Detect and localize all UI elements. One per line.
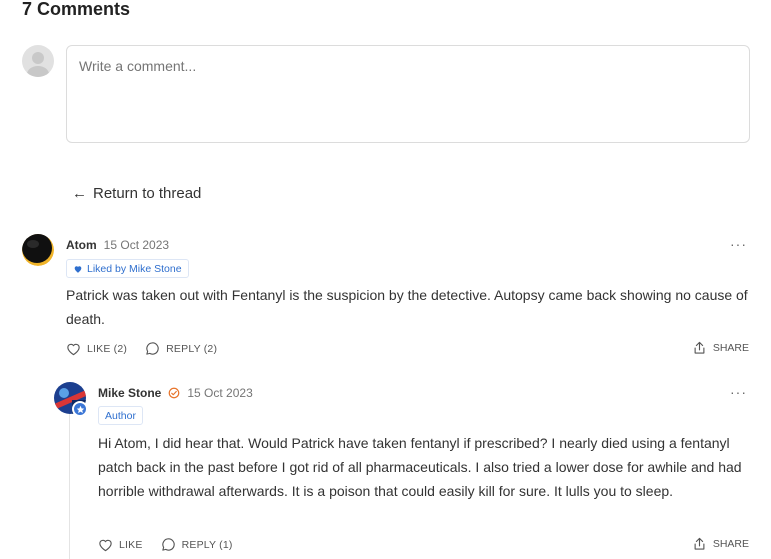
liked-by-badge: Liked by Mike Stone [66, 259, 189, 278]
comment-author-name[interactable]: Mike Stone [98, 385, 161, 401]
share-icon [694, 537, 705, 550]
heart-icon [74, 265, 82, 273]
like-button[interactable]: LIKE (2) [66, 342, 127, 356]
share-label: SHARE [712, 342, 749, 354]
star-icon [72, 401, 88, 417]
comment-body: Hi Atom, I did hear that. Would Patrick … [98, 435, 742, 499]
speech-bubble-icon [146, 342, 159, 355]
check-circle-icon [169, 387, 180, 399]
heart-outline-icon [99, 539, 112, 551]
comment-date[interactable]: 15 Oct 2023 [187, 385, 252, 401]
comment-composer[interactable] [66, 45, 750, 143]
heart-outline-icon [67, 343, 80, 355]
avatar-atom[interactable] [22, 234, 54, 266]
comments-count-heading: 7 Comments [22, 0, 131, 19]
current-user-avatar [22, 45, 54, 77]
like-button[interactable]: LIKE [98, 538, 143, 552]
avatar-mike-stone[interactable] [54, 382, 88, 417]
share-button[interactable]: SHARE [692, 536, 749, 552]
reply-label: REPLY (1) [181, 538, 233, 551]
comment-author-name[interactable]: Atom [66, 237, 97, 253]
share-button[interactable]: SHARE [692, 340, 749, 356]
author-badge: Author [98, 406, 143, 425]
more-options-icon[interactable]: ··· [730, 385, 747, 399]
comment-date[interactable]: 15 Oct 2023 [104, 237, 169, 253]
liked-by-label: Liked by Mike Stone [87, 262, 182, 275]
author-role-label: Author [105, 409, 136, 422]
return-to-thread-link[interactable]: ← Return to thread [72, 184, 201, 204]
like-label: LIKE (2) [87, 342, 128, 355]
thread-line [69, 390, 70, 559]
reply-label: REPLY (2) [166, 342, 218, 355]
arrow-left-icon: ← [72, 185, 87, 202]
like-label: LIKE [119, 538, 143, 551]
share-icon [694, 341, 705, 354]
return-to-thread-label: Return to thread [93, 185, 202, 202]
speech-bubble-icon [161, 538, 175, 551]
reply-button[interactable]: REPLY (2) [145, 341, 217, 356]
more-options-icon[interactable]: ··· [730, 237, 747, 251]
share-label: SHARE [712, 538, 749, 550]
comment-body: Patrick was taken out with Fentanyl is t… [66, 287, 748, 327]
reply-button[interactable]: REPLY (1) [161, 537, 233, 552]
comment-input[interactable] [67, 46, 749, 142]
